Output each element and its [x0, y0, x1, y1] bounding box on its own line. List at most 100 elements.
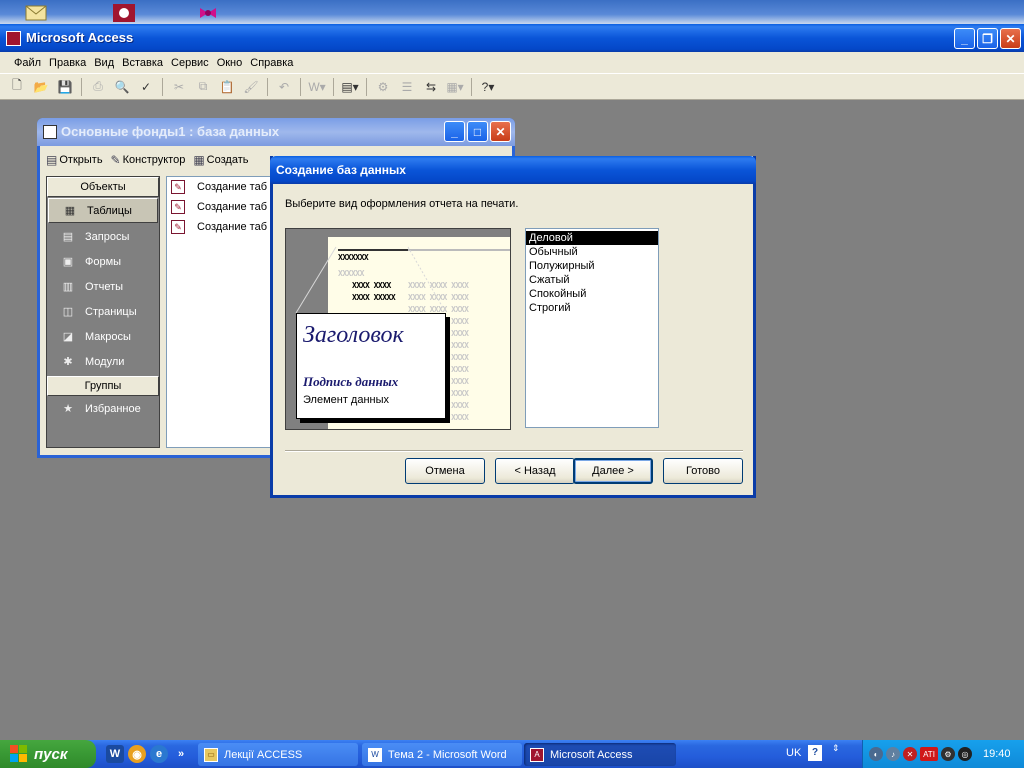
objects-bar: Объекты ▦ Таблицы ▤ Запросы ▣ Формы ▥ От…: [46, 176, 160, 448]
print-icon[interactable]: ⎙: [87, 77, 109, 97]
object-label: Страницы: [85, 305, 137, 318]
style-item[interactable]: Спокойный: [526, 287, 658, 301]
object-reports[interactable]: ▥ Отчеты: [47, 274, 159, 299]
db-close-button[interactable]: ✕: [490, 121, 511, 142]
taskbar-item-access[interactable]: A Microsoft Access: [524, 743, 676, 766]
save-icon[interactable]: 💾: [54, 77, 76, 97]
analyze-icon[interactable]: ▤▾: [339, 77, 361, 97]
taskbar-item-word[interactable]: W Тема 2 - Microsoft Word: [362, 743, 522, 766]
help-icon[interactable]: ?▾: [477, 77, 499, 97]
open-button[interactable]: ▤ Открыть: [46, 153, 103, 167]
style-item[interactable]: Деловой: [526, 231, 658, 245]
toolbar-separator: [333, 77, 334, 96]
designer-button[interactable]: ✎ Конструктор: [111, 153, 186, 167]
menu-tools[interactable]: Сервис: [167, 57, 213, 69]
minimize-button[interactable]: _: [954, 28, 975, 49]
toolbar-separator: [267, 77, 268, 96]
create-button[interactable]: ▦ Создать: [193, 153, 248, 167]
menu-edit[interactable]: Правка: [45, 57, 90, 69]
style-item[interactable]: Полужирный: [526, 259, 658, 273]
wizard-icon: ✎: [171, 220, 185, 234]
object-queries[interactable]: ▤ Запросы: [47, 224, 159, 249]
properties-icon[interactable]: ☰: [396, 77, 418, 97]
object-tables[interactable]: ▦ Таблицы: [48, 198, 158, 223]
ie-quick-icon[interactable]: e: [150, 745, 168, 763]
wizard-titlebar[interactable]: Создание баз данных: [270, 156, 756, 184]
style-item[interactable]: Обычный: [526, 245, 658, 259]
paste-icon[interactable]: 📋: [216, 77, 238, 97]
settings-tray-icon[interactable]: ⚙: [941, 747, 955, 761]
new-document-icon[interactable]: 🗋: [6, 77, 28, 97]
quick-launch-more-icon[interactable]: »: [172, 745, 190, 763]
database-titlebar[interactable]: Основные фонды1 : база данных _ □ ✕: [37, 118, 515, 146]
access-titlebar[interactable]: Microsoft Access _ ❐ ✕: [0, 24, 1024, 52]
antivirus-icon[interactable]: ✕: [903, 747, 917, 761]
word-icon: W: [368, 747, 382, 762]
object-macros[interactable]: ◪ Макросы: [47, 324, 159, 349]
close-button[interactable]: ✕: [1000, 28, 1021, 49]
object-label: Отчеты: [85, 280, 124, 293]
office-links-icon[interactable]: W▾: [306, 77, 328, 97]
toolbar-separator: [81, 77, 82, 96]
desktop-envelope-icon[interactable]: [24, 2, 48, 22]
media-tray-icon[interactable]: ◎: [958, 747, 972, 761]
spelling-icon[interactable]: ✓: [135, 77, 157, 97]
style-item[interactable]: Сжатый: [526, 273, 658, 287]
db-maximize-button[interactable]: □: [467, 121, 488, 142]
list-item-label: Создание таб: [197, 221, 268, 233]
tray-expand-icon[interactable]: ⇕: [832, 743, 840, 754]
page-icon: ◫: [62, 306, 74, 318]
preview-heading: Заголовок: [303, 322, 404, 348]
print-preview-icon[interactable]: 🔍: [111, 77, 133, 97]
copy-icon[interactable]: ⧉: [192, 77, 214, 97]
cancel-button[interactable]: Отмена: [405, 458, 485, 484]
menu-window[interactable]: Окно: [213, 57, 247, 69]
new-object-icon[interactable]: ▦▾: [444, 77, 466, 97]
restore-button[interactable]: ❐: [977, 28, 998, 49]
ati-icon[interactable]: ATI: [920, 747, 938, 761]
objects-header[interactable]: Объекты: [47, 177, 159, 197]
desktop-bow-icon[interactable]: [196, 2, 220, 22]
back-button[interactable]: < Назад: [495, 458, 575, 484]
network-icon[interactable]: ◐: [869, 747, 883, 761]
volume-icon[interactable]: ♪: [886, 747, 900, 761]
menu-file[interactable]: Файл: [10, 57, 45, 69]
menu-insert[interactable]: Вставка: [118, 57, 167, 69]
object-pages[interactable]: ◫ Страницы: [47, 299, 159, 324]
groups-header[interactable]: Группы: [47, 376, 159, 396]
help-tray-icon[interactable]: ?: [808, 745, 822, 761]
browser-quick-icon[interactable]: ◉: [128, 745, 146, 763]
form-icon: ▣: [62, 256, 74, 268]
object-forms[interactable]: ▣ Формы: [47, 249, 159, 274]
wizard-separator: [285, 450, 743, 452]
object-label: Формы: [85, 255, 122, 268]
group-favorites[interactable]: ★ Избранное: [47, 396, 159, 421]
format-painter-icon[interactable]: 🖌: [240, 77, 262, 97]
undo-icon[interactable]: ↶: [273, 77, 295, 97]
list-item-label: Создание таб: [197, 181, 268, 193]
finish-button[interactable]: Готово: [663, 458, 743, 484]
system-tray: ◐ ♪ ✕ ATI ⚙ ◎ 19:40: [862, 740, 1024, 768]
standard-toolbar: 🗋 📂 💾 ⎙ 🔍 ✓ ✂ ⧉ 📋 🖌 ↶ W▾ ▤▾ ⚙ ☰ ⇆ ▦▾ ?▾: [0, 74, 1024, 100]
open-folder-icon[interactable]: 📂: [30, 77, 52, 97]
menu-view[interactable]: Вид: [90, 57, 118, 69]
next-button[interactable]: Далее >: [573, 458, 653, 484]
desktop-app-icon[interactable]: [112, 2, 136, 22]
taskbar-item-folder[interactable]: ▭ Лекції ACCESS: [198, 743, 358, 766]
object-modules[interactable]: ✱ Модули: [47, 349, 159, 374]
folder-icon: ▭: [204, 747, 218, 762]
code-icon[interactable]: ⚙: [372, 77, 394, 97]
list-item-label: Создание таб: [197, 201, 268, 213]
preview-card: Заголовок Подпись данных Элемент данных: [296, 313, 446, 419]
db-minimize-button[interactable]: _: [444, 121, 465, 142]
language-indicator[interactable]: UK: [786, 747, 801, 759]
relationships-icon[interactable]: ⇆: [420, 77, 442, 97]
menu-help[interactable]: Справка: [246, 57, 297, 69]
style-item[interactable]: Строгий: [526, 301, 658, 315]
create-label: Создать: [206, 154, 249, 166]
object-label: Макросы: [85, 330, 131, 343]
database-icon: [43, 125, 57, 139]
start-button[interactable]: пуск: [0, 740, 96, 768]
cut-icon[interactable]: ✂: [168, 77, 190, 97]
word-quick-icon[interactable]: W: [106, 745, 124, 763]
